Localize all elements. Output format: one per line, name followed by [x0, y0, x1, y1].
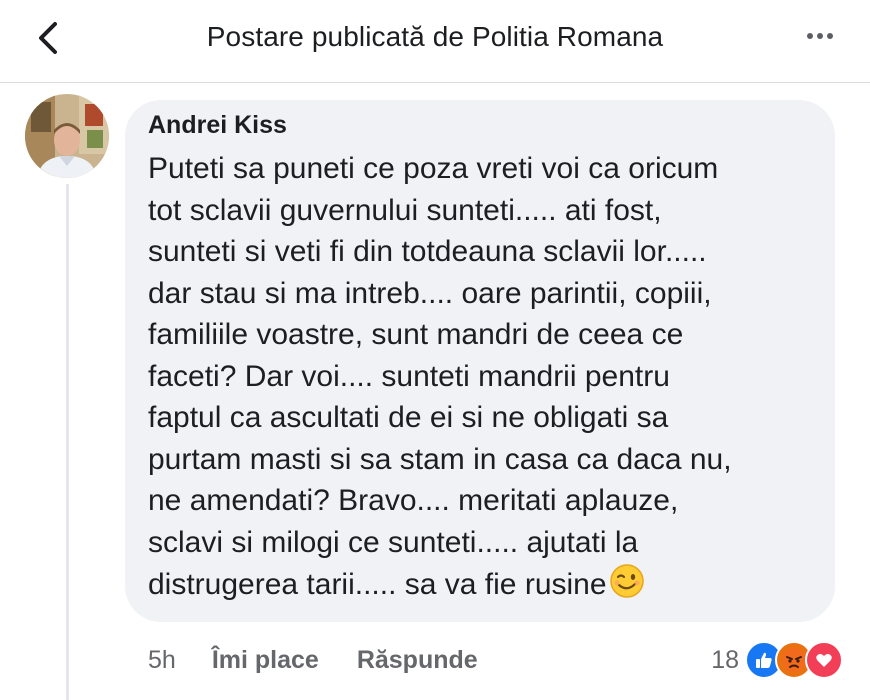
reaction-icons: [745, 641, 843, 679]
reactions-summary[interactable]: 18: [711, 640, 843, 680]
reaction-count: 18: [711, 645, 739, 674]
comment-last-line: distrugerea tarii..... sa va fie rusine: [148, 563, 828, 605]
comment-line: tot sclavii guvernului sunteti..... ati …: [148, 193, 662, 227]
more-horizontal-icon: [807, 33, 813, 39]
comment-line: dar stau si ma intreb.... oare parintii,…: [148, 276, 712, 310]
comment-line: ne amendati? Bravo.... meritati aplauze,: [148, 484, 679, 517]
winking-face-emoji: [609, 563, 645, 611]
comment-line: familiile voastre, sunt mandri de ceea c…: [148, 318, 684, 351]
comment-line: faceti? Dar voi.... sunteti mandrii pent…: [148, 359, 670, 393]
comment-text: Puteti sa puneti ce poza vreti voi ca or…: [148, 148, 828, 605]
top-bar: Postare publicată de Politia Romana: [0, 0, 870, 83]
comment-line: purtam masti si sa stam in casa ca daca …: [148, 442, 732, 476]
reply-button[interactable]: Răspunde: [357, 646, 478, 675]
comment-time[interactable]: 5h: [148, 646, 176, 675]
comment-line: Puteti sa puneti ce poza vreti voi ca or…: [148, 152, 719, 185]
thread-line: [66, 184, 69, 700]
more-options-button[interactable]: [796, 18, 844, 54]
comment-screen: Postare publicată de Politia Romana Andr…: [0, 0, 870, 700]
comment-author[interactable]: Andrei Kiss: [148, 111, 287, 140]
avatar[interactable]: [25, 94, 109, 178]
like-button[interactable]: Îmi place: [212, 646, 319, 675]
love-reaction-icon: [805, 641, 843, 679]
comment-line: sclavi si milogi ce sunteti..... ajutati…: [148, 525, 639, 559]
comment-line: sunteti si veti fi din totdeauna sclavii…: [148, 235, 707, 268]
comment-line: distrugerea tarii..... sa va fie rusine: [148, 568, 607, 601]
page-title: Postare publicată de Politia Romana: [206, 21, 664, 52]
comment-line: faptul ca ascultati de ei si ne obligati…: [148, 401, 669, 434]
comment-actions: 5h Îmi place Răspunde: [148, 640, 516, 680]
